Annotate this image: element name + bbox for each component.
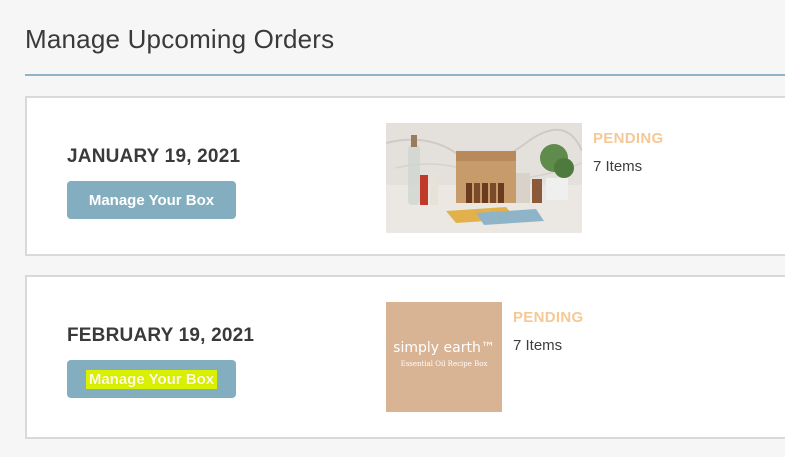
order-item-count: 7 Items bbox=[513, 337, 563, 354]
order-card: JANUARY 19, 2021 Manage Your Box PENDING… bbox=[25, 96, 785, 256]
order-card: FEBRUARY 19, 2021 Manage Your Box simply… bbox=[25, 275, 785, 439]
highlighted-button-label: Manage Your Box bbox=[85, 369, 218, 389]
order-status-badge: PENDING bbox=[593, 130, 664, 147]
order-date: FEBRUARY 19, 2021 bbox=[67, 325, 255, 346]
manage-your-box-button[interactable]: Manage Your Box bbox=[67, 181, 236, 219]
page-title: Manage Upcoming Orders bbox=[25, 24, 335, 54]
order-item-count: 7 Items bbox=[593, 158, 643, 175]
brand-logo-subtext: Essential Oil Recipe Box bbox=[400, 360, 488, 368]
order-date: JANUARY 19, 2021 bbox=[67, 146, 241, 167]
brand-logo-text: simply earth™ bbox=[393, 340, 495, 356]
title-divider bbox=[25, 74, 785, 76]
order-product-image bbox=[386, 123, 582, 233]
order-status-badge: PENDING bbox=[513, 309, 584, 326]
essential-oil-kit-illustration bbox=[386, 123, 582, 233]
order-product-image: simply earth™ Essential Oil Recipe Box bbox=[386, 302, 502, 412]
manage-your-box-button[interactable]: Manage Your Box bbox=[67, 360, 236, 398]
